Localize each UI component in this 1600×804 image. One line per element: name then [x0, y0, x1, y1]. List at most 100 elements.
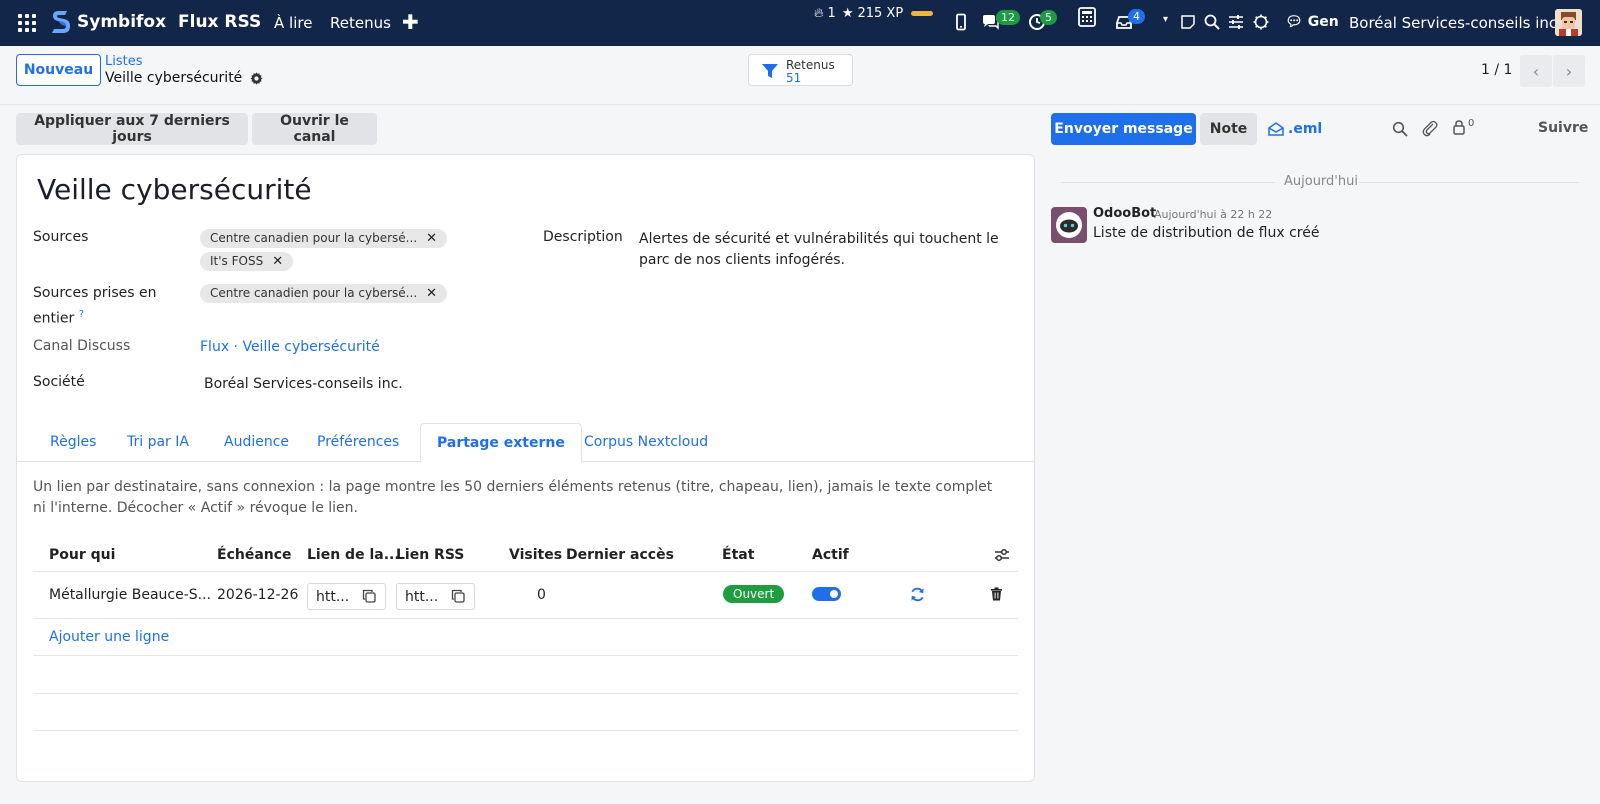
- symbifox-logo-icon: [52, 11, 70, 33]
- eml-export-button[interactable]: .eml: [1268, 113, 1328, 145]
- date-separator-line: [1061, 182, 1275, 183]
- row-who[interactable]: Métallurgie Beauce-S...: [49, 587, 211, 603]
- column-deadline[interactable]: Échéance: [217, 547, 292, 563]
- regenerate-refresh-icon[interactable]: [910, 587, 925, 602]
- filter-label: Retenus: [786, 58, 835, 72]
- form-sheet: Veille cybersécurité Sources Centre cana…: [16, 154, 1035, 782]
- message-author[interactable]: OdooBot: [1093, 206, 1156, 221]
- active-toggle[interactable]: [812, 587, 841, 601]
- discuss-channel-link[interactable]: Flux · Veille cybersécurité: [200, 339, 380, 355]
- pager-previous-button[interactable]: ‹: [1520, 55, 1552, 87]
- company-value[interactable]: Boréal Services-conseils inc.: [204, 376, 403, 392]
- tab-audience[interactable]: Audience: [224, 423, 289, 462]
- pager-next-button[interactable]: ›: [1553, 55, 1585, 87]
- gear-icon[interactable]: [250, 71, 263, 85]
- top-navbar: Symbifox Flux RSS À lire Retenus ✚ 🔥︎ 1 …: [0, 0, 1600, 46]
- messages-badge: 12: [996, 10, 1020, 25]
- brand-name: Symbifox: [77, 12, 167, 32]
- column-visits[interactable]: Visites: [509, 547, 562, 563]
- description-value[interactable]: Alertes de sécurité et vulnérabilités qu…: [639, 229, 1009, 271]
- mobile-phone-icon[interactable]: [952, 13, 970, 31]
- inbox-badge: 4: [1128, 9, 1145, 24]
- apply-last-7-days-button[interactable]: Appliquer aux 7 derniers jours: [16, 113, 248, 145]
- source-tag: Centre canadien pour la cybersé... ✕: [200, 229, 448, 248]
- add-line-link[interactable]: Ajouter une ligne: [49, 629, 169, 645]
- pager-value[interactable]: 1 / 1: [1481, 62, 1512, 78]
- sticky-note-icon[interactable]: [1179, 13, 1197, 31]
- message-timestamp: Aujourd'hui à 22 h 22: [1154, 208, 1273, 221]
- filter-count: 51: [786, 71, 802, 85]
- source-tag: It's FOSS ✕: [200, 252, 294, 271]
- followers-count: 0: [1468, 117, 1475, 129]
- streak-count: 1: [827, 6, 836, 21]
- user-avatar[interactable]: [1555, 9, 1582, 36]
- row-deadline[interactable]: 2026-12-26: [217, 587, 298, 603]
- robot-face-icon: [1056, 212, 1082, 238]
- tab-tri-par-ia[interactable]: Tri par IA: [127, 423, 189, 462]
- remove-tag-icon[interactable]: ✕: [426, 231, 437, 246]
- filter-funnel-icon: [762, 64, 778, 78]
- row-divider: [33, 693, 1018, 694]
- xp-value: 215 XP: [857, 6, 904, 21]
- followers-button[interactable]: 0: [1452, 117, 1475, 135]
- column-last-access[interactable]: Dernier accès: [566, 547, 674, 563]
- app-grid-icon[interactable]: [18, 14, 36, 32]
- plus-icon[interactable]: ✚: [402, 10, 419, 34]
- record-title[interactable]: Veille cybersécurité: [37, 173, 312, 206]
- chevron-left-icon: ‹: [1532, 61, 1540, 81]
- brand-logo[interactable]: Symbifox: [50, 9, 166, 35]
- tab-corpus-nextcloud[interactable]: Corpus Nextcloud: [584, 423, 708, 462]
- help-tooltip-icon[interactable]: ?: [79, 309, 84, 320]
- retained-filter-button[interactable]: Retenus 51: [748, 54, 853, 86]
- log-note-button[interactable]: Note: [1200, 113, 1257, 145]
- paperclip-icon[interactable]: [1422, 120, 1438, 137]
- envelope-open-icon: [1268, 122, 1284, 136]
- send-message-button[interactable]: Envoyer message: [1051, 113, 1196, 145]
- row-visits: 0: [537, 587, 546, 603]
- full-source-tag: Centre canadien pour la cybersé... ✕: [200, 284, 448, 303]
- menu-a-lire[interactable]: À lire: [274, 14, 312, 32]
- search-icon[interactable]: [1203, 13, 1221, 31]
- column-settings-sliders-icon[interactable]: [994, 547, 1010, 563]
- current-app-title[interactable]: Flux RSS: [178, 12, 261, 32]
- company-label: Société: [33, 374, 85, 390]
- breadcrumb-parent[interactable]: Listes: [105, 54, 143, 69]
- column-page-link[interactable]: Lien de la...: [307, 547, 400, 563]
- copy-icon[interactable]: [451, 589, 465, 603]
- company-switcher[interactable]: Boréal Services-conseils inc.: [1349, 14, 1562, 32]
- status-badge: Ouvert: [723, 585, 785, 603]
- notebook-tabs: Règles Tri par IA Audience Préférences P…: [17, 423, 1034, 463]
- row-divider: [33, 655, 1018, 656]
- row-divider: [33, 618, 1018, 619]
- odoobot-avatar[interactable]: [1051, 207, 1087, 243]
- gen-assistant-button[interactable]: 💬︎ Gen: [1285, 14, 1339, 30]
- column-rss-link[interactable]: Lien RSS: [396, 547, 464, 563]
- remove-tag-icon[interactable]: ✕: [272, 254, 283, 269]
- table-header-divider: [33, 571, 1018, 572]
- column-who[interactable]: Pour qui: [49, 547, 115, 563]
- rss-link-field[interactable]: htt...: [396, 583, 475, 610]
- copy-icon[interactable]: [362, 589, 376, 603]
- xp-indicator[interactable]: 🔥︎ 1 ★ 215 XP: [814, 6, 934, 21]
- tab-partage-externe[interactable]: Partage externe: [420, 423, 582, 463]
- new-button[interactable]: Nouveau: [16, 54, 101, 86]
- follow-button[interactable]: Suivre: [1538, 120, 1588, 136]
- calculator-icon[interactable]: [1077, 7, 1097, 27]
- tab-preferences[interactable]: Préférences: [317, 423, 399, 462]
- sliders-icon[interactable]: [1227, 13, 1245, 31]
- bug-icon[interactable]: [1252, 13, 1270, 31]
- tab-regles[interactable]: Règles: [50, 423, 96, 462]
- flame-icon: 🔥︎: [814, 6, 824, 21]
- page-link-field[interactable]: htt...: [307, 583, 386, 610]
- open-channel-button[interactable]: Ouvrir le canal: [252, 113, 377, 145]
- xp-progress-bar: [911, 11, 934, 16]
- column-active[interactable]: Actif: [812, 547, 849, 563]
- menu-retenus[interactable]: Retenus: [330, 14, 391, 32]
- message-body: Liste de distribution de flux créé: [1093, 225, 1320, 241]
- trash-icon[interactable]: [990, 587, 1003, 601]
- remove-tag-icon[interactable]: ✕: [426, 286, 437, 301]
- column-state[interactable]: État: [722, 547, 754, 563]
- full-sources-label: Sources prises en entier ?: [33, 285, 157, 327]
- chatter-search-icon[interactable]: [1392, 121, 1408, 137]
- chat-bubble-icon: 💬︎: [1285, 14, 1303, 30]
